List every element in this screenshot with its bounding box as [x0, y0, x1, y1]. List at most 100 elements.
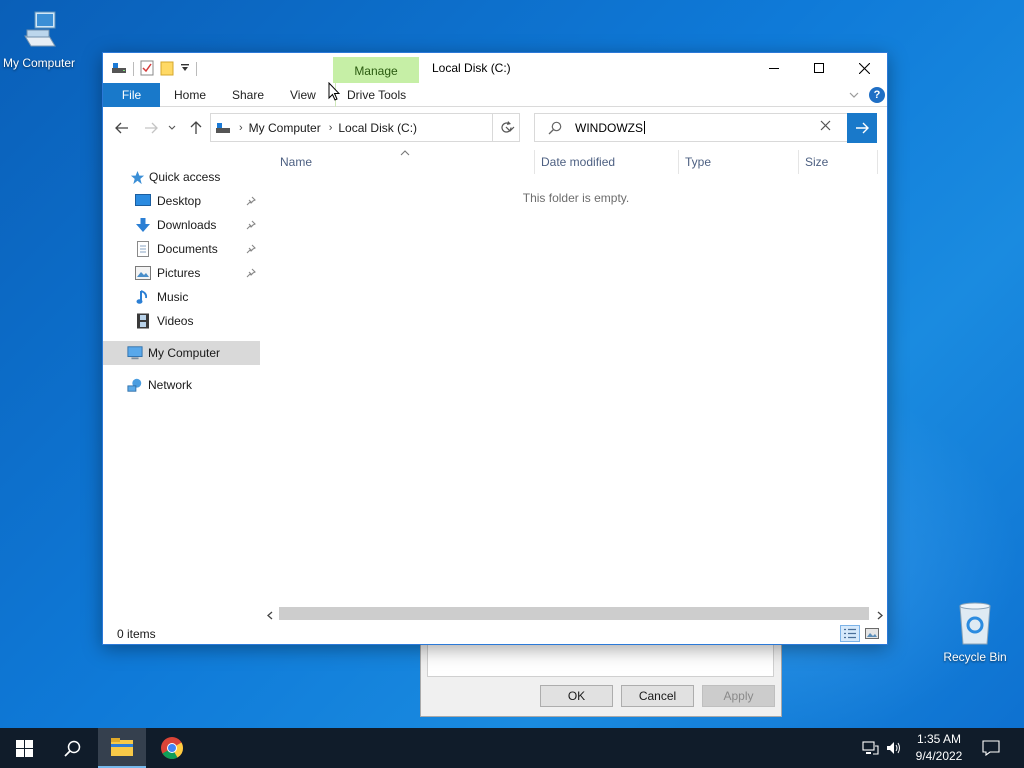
column-header-date-modified[interactable]: Date modified [541, 148, 615, 176]
apply-button: Apply [702, 685, 775, 707]
cancel-button[interactable]: Cancel [621, 685, 694, 707]
close-button[interactable] [841, 53, 887, 83]
taskbar-file-explorer[interactable] [98, 728, 146, 768]
window-title: Local Disk (C:) [432, 61, 511, 75]
system-clock[interactable]: 1:35 AM 9/4/2022 [904, 731, 974, 765]
film-icon [135, 313, 151, 329]
forward-button [141, 118, 161, 138]
start-button[interactable] [0, 728, 48, 768]
expand-ribbon-icon[interactable] [849, 88, 859, 102]
column-divider[interactable] [798, 150, 799, 174]
details-view-icon [844, 628, 856, 639]
sidebar-item-desktop[interactable]: Desktop [103, 189, 260, 213]
clock-time: 1:35 AM [916, 732, 962, 746]
pin-icon[interactable] [246, 195, 256, 209]
column-header-name[interactable]: Name [280, 148, 312, 176]
sidebar-item-downloads[interactable]: Downloads [103, 213, 260, 237]
pin-icon[interactable] [246, 219, 256, 233]
search-box[interactable]: WINDOWZS [534, 113, 877, 143]
network-tray-icon[interactable] [862, 728, 879, 768]
tab-drive-tools[interactable]: Drive Tools [335, 83, 406, 107]
sidebar-item-pictures[interactable]: Pictures [103, 261, 260, 285]
tab-view[interactable]: View [290, 83, 316, 107]
search-button[interactable] [48, 728, 96, 768]
tab-home[interactable]: Home [174, 83, 206, 107]
pin-icon[interactable] [246, 243, 256, 257]
action-center-icon[interactable] [982, 728, 1000, 768]
sidebar-item-label: Downloads [157, 218, 217, 232]
column-header-size[interactable]: Size [805, 148, 828, 176]
address-bar[interactable]: › My Computer › Local Disk (C:) [210, 113, 520, 142]
column-divider[interactable] [678, 150, 679, 174]
title-bar: Manage Local Disk (C:) [103, 53, 887, 84]
desktop-icon-my-computer[interactable]: My Computer [0, 10, 81, 70]
toolbar-separator [196, 62, 197, 76]
navigation-pane: Quick access Desktop Downloads Documents [103, 163, 263, 603]
computer-icon [127, 345, 143, 361]
tab-share[interactable]: Share [232, 83, 264, 107]
help-icon[interactable]: ? [869, 87, 885, 103]
file-list-area: Name Date modified Type Size This folder… [263, 148, 887, 603]
refresh-icon [501, 121, 512, 133]
tab-manage-context[interactable]: Manage [333, 57, 419, 84]
sidebar-item-videos[interactable]: Videos [103, 309, 260, 333]
scrollbar-thumb[interactable] [279, 607, 869, 620]
properties-icon[interactable] [140, 60, 154, 79]
column-divider[interactable] [534, 150, 535, 174]
toolbar-separator [133, 62, 134, 76]
close-icon [858, 62, 870, 74]
breadcrumb-local-disk[interactable]: Local Disk (C:) [338, 121, 417, 135]
ribbon-right-controls: ? [849, 87, 885, 103]
status-bar: 0 items [103, 622, 887, 645]
column-header-type[interactable]: Type [685, 148, 711, 176]
ribbon-tab-bar: File Home Share View Drive Tools ? [103, 83, 887, 107]
windows-logo-icon [15, 739, 33, 757]
tab-file[interactable]: File [103, 83, 160, 107]
drive-icon [111, 61, 127, 78]
scroll-left-icon[interactable] [267, 609, 273, 623]
dialog-content-area [427, 645, 774, 677]
horizontal-scrollbar[interactable] [263, 605, 887, 622]
sidebar-item-label: Videos [157, 314, 194, 328]
volume-tray-icon[interactable] [886, 728, 902, 768]
file-explorer-window: Manage Local Disk (C:) File Home Share V… [102, 52, 888, 645]
details-view-button[interactable] [840, 625, 860, 642]
column-divider[interactable] [877, 150, 878, 174]
recent-locations-button[interactable] [166, 118, 178, 138]
pin-icon[interactable] [246, 267, 256, 281]
clock-date: 9/4/2022 [915, 749, 963, 763]
music-note-icon [135, 289, 151, 305]
customize-toolbar-dropdown-icon[interactable] [180, 62, 190, 76]
taskbar: 1:35 AM 9/4/2022 [0, 728, 1024, 768]
sidebar-item-network[interactable]: Network [103, 373, 260, 397]
refresh-button[interactable] [492, 113, 520, 142]
taskbar-chrome[interactable] [148, 728, 196, 768]
quick-access-toolbar [111, 60, 197, 78]
sidebar-item-music[interactable]: Music [103, 285, 260, 309]
desktop-icon-recycle-bin[interactable]: Recycle Bin [933, 602, 1017, 664]
back-button[interactable] [112, 118, 132, 138]
sidebar-item-label: Network [148, 378, 193, 392]
large-icons-view-button[interactable] [862, 625, 882, 642]
search-input[interactable]: WINDOWZS [575, 121, 645, 135]
up-button[interactable] [186, 118, 206, 138]
close-icon [820, 120, 831, 131]
maximize-button[interactable] [796, 53, 842, 83]
ok-button[interactable]: OK [540, 685, 613, 707]
new-folder-icon[interactable] [160, 60, 174, 79]
sidebar-item-my-computer[interactable]: My Computer [103, 341, 260, 365]
empty-folder-message: This folder is empty. [522, 191, 630, 205]
breadcrumb-chevron-icon[interactable]: › [239, 122, 243, 134]
clear-search-button[interactable] [820, 120, 831, 134]
minimize-button[interactable] [751, 53, 797, 83]
sidebar-item-quick-access[interactable]: Quick access [103, 165, 260, 189]
sidebar-item-label: Quick access [149, 170, 221, 184]
chrome-icon [161, 737, 183, 759]
breadcrumb-my-computer[interactable]: My Computer [249, 121, 321, 135]
search-go-button[interactable] [847, 113, 877, 143]
scroll-right-icon[interactable] [877, 609, 883, 623]
computer-icon [24, 11, 56, 47]
breadcrumb-chevron-icon[interactable]: › [329, 122, 333, 134]
sidebar-item-documents[interactable]: Documents [103, 237, 260, 261]
search-icon [548, 121, 562, 138]
